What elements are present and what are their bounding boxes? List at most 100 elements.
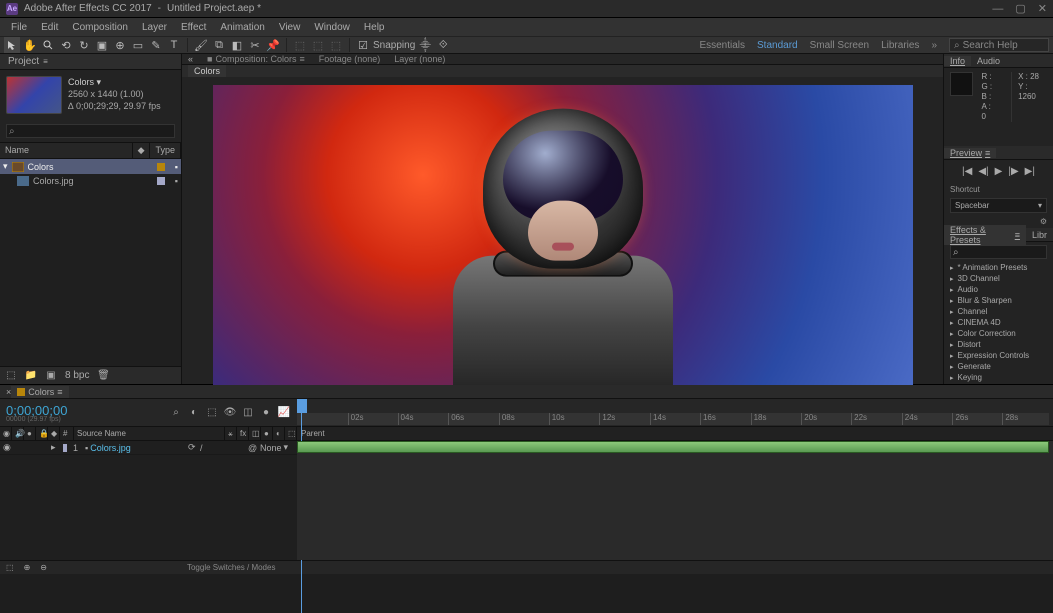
col-solo-icon[interactable]: ● bbox=[24, 427, 36, 440]
switches-group[interactable]: / bbox=[197, 443, 245, 453]
layer-duration-bar[interactable] bbox=[297, 441, 1049, 453]
brush-tool-icon[interactable]: 🖌 bbox=[193, 37, 209, 53]
zoom-tool-icon[interactable] bbox=[40, 37, 56, 53]
camera-tool-icon[interactable]: ▣ bbox=[94, 37, 110, 53]
menu-layer[interactable]: Layer bbox=[135, 20, 174, 35]
puppet-tool-icon[interactable]: 📌 bbox=[265, 37, 281, 53]
window-maximize-icon[interactable]: ▢ bbox=[1015, 2, 1025, 15]
trash-icon[interactable]: 🗑 bbox=[97, 370, 109, 382]
effects-category[interactable]: Expression Controls bbox=[946, 350, 1051, 361]
timeline-tab[interactable]: Colors ≡ bbox=[11, 386, 68, 398]
play-icon[interactable]: ▶ bbox=[995, 166, 1003, 177]
view-axis-icon[interactable]: ⬚ bbox=[328, 37, 344, 53]
menu-file[interactable]: File bbox=[4, 20, 34, 35]
shape-tool-icon[interactable]: ▭ bbox=[130, 37, 146, 53]
timeline-tracks[interactable] bbox=[297, 441, 1053, 560]
effects-list[interactable]: * Animation Presets 3D Channel Audio Blu… bbox=[944, 262, 1053, 384]
clone-tool-icon[interactable]: ⧉ bbox=[211, 37, 227, 53]
graph-editor-icon[interactable]: 📈 bbox=[277, 406, 291, 420]
col-number[interactable]: # bbox=[60, 427, 74, 440]
local-axis-icon[interactable]: ⬚ bbox=[292, 37, 308, 53]
tab-layer[interactable]: Layer (none) bbox=[394, 54, 445, 64]
composition-canvas[interactable] bbox=[213, 85, 913, 385]
roto-tool-icon[interactable]: ✂ bbox=[247, 37, 263, 53]
selection-tool-icon[interactable] bbox=[4, 37, 20, 53]
col-type[interactable]: Type bbox=[150, 143, 181, 158]
menu-help[interactable]: Help bbox=[357, 20, 392, 35]
visibility-toggle-icon[interactable]: ◉ bbox=[3, 442, 11, 453]
parent-pickwhip-icon[interactable]: @ bbox=[248, 443, 257, 453]
next-frame-icon[interactable]: |▶ bbox=[1008, 166, 1018, 177]
col-motion-blur-icon[interactable]: ● bbox=[261, 427, 273, 440]
pan-behind-tool-icon[interactable]: ⊕ bbox=[112, 37, 128, 53]
parent-dropdown[interactable]: None bbox=[260, 443, 282, 453]
snap-collapse-icon[interactable]: ⟐ bbox=[435, 37, 451, 53]
col-adjustment-icon[interactable]: ◐ bbox=[273, 427, 285, 440]
first-frame-icon[interactable]: |◀ bbox=[962, 166, 972, 177]
new-folder-icon[interactable]: 📁 bbox=[25, 370, 37, 382]
asset-list[interactable]: ▾ Colors ▪ Colors.jpg ▪ bbox=[0, 159, 181, 366]
time-ruler[interactable]: 02s 04s 06s 08s 10s 12s 14s 16s 18s 20s … bbox=[297, 399, 1053, 426]
workspace-essentials[interactable]: Essentials bbox=[699, 40, 745, 51]
menu-animation[interactable]: Animation bbox=[213, 20, 271, 35]
rotate-tool-icon[interactable]: ↻ bbox=[76, 37, 92, 53]
tab-info[interactable]: Info bbox=[944, 56, 971, 66]
window-close-icon[interactable]: ✕ bbox=[1038, 2, 1047, 15]
menu-effect[interactable]: Effect bbox=[174, 20, 213, 35]
effects-category[interactable]: Audio bbox=[946, 284, 1051, 295]
effects-category[interactable]: CINEMA 4D bbox=[946, 317, 1051, 328]
composition-thumbnail[interactable] bbox=[6, 76, 62, 114]
zoom-out-icon[interactable]: ⊖ bbox=[40, 563, 47, 572]
text-tool-icon[interactable]: T bbox=[166, 37, 182, 53]
last-frame-icon[interactable]: ▶| bbox=[1025, 166, 1035, 177]
layer-list[interactable]: ◉ ▸ 1 ▪ Colors.jpg ⟳ / @ None ▾ bbox=[0, 441, 297, 560]
transform-reset-icon[interactable]: ⟳ bbox=[188, 442, 196, 453]
comp-name[interactable]: Colors ▾ bbox=[68, 76, 161, 88]
prev-frame-icon[interactable]: ◀| bbox=[978, 166, 988, 177]
col-lock-icon[interactable]: 🔒 bbox=[36, 427, 48, 440]
menu-window[interactable]: Window bbox=[307, 20, 357, 35]
eraser-tool-icon[interactable]: ◧ bbox=[229, 37, 245, 53]
effects-category[interactable]: Channel bbox=[946, 306, 1051, 317]
help-search[interactable]: ⌕ Search Help bbox=[949, 38, 1049, 52]
comp-mini-flow-icon[interactable]: ◐ bbox=[187, 406, 201, 420]
tab-audio[interactable]: Audio bbox=[971, 56, 1006, 66]
workspace-libraries[interactable]: Libraries bbox=[881, 40, 919, 51]
tab-composition[interactable]: ■ Composition: Colors ≡ bbox=[207, 54, 305, 64]
col-label-icon[interactable]: ◆ bbox=[48, 427, 60, 440]
search-layers-icon[interactable]: ⌕ bbox=[169, 406, 183, 420]
layer-name[interactable]: Colors.jpg bbox=[90, 443, 131, 453]
layer-row[interactable]: ◉ ▸ 1 ▪ Colors.jpg ⟳ / @ None ▾ bbox=[0, 441, 297, 455]
col-frame-blend-icon[interactable]: ◫ bbox=[249, 427, 261, 440]
effects-category[interactable]: 3D Channel bbox=[946, 273, 1051, 284]
new-comp-icon[interactable]: ▣ bbox=[45, 370, 57, 382]
effects-category[interactable]: Keying bbox=[946, 372, 1051, 383]
workspace-small-screen[interactable]: Small Screen bbox=[810, 40, 869, 51]
tab-libraries[interactable]: Libr bbox=[1026, 230, 1053, 240]
pen-tool-icon[interactable]: ✎ bbox=[148, 37, 164, 53]
snapping-checkbox[interactable]: ☑ bbox=[355, 37, 371, 53]
workspace-overflow-icon[interactable]: » bbox=[931, 40, 937, 51]
preview-settings-icon[interactable]: ⚙ bbox=[1040, 217, 1047, 226]
draft-3d-icon[interactable]: ⬚ bbox=[205, 406, 219, 420]
world-axis-icon[interactable]: ⬚ bbox=[310, 37, 326, 53]
hand-tool-icon[interactable]: ✋ bbox=[22, 37, 38, 53]
menu-view[interactable]: View bbox=[272, 20, 308, 35]
asset-row-comp[interactable]: ▾ Colors ▪ bbox=[0, 159, 181, 174]
twirl-icon[interactable]: ▾ bbox=[3, 161, 8, 172]
frame-blend-icon[interactable]: ◫ bbox=[241, 406, 255, 420]
asset-row-footage[interactable]: Colors.jpg ▪ bbox=[0, 174, 181, 188]
composition-viewer[interactable] bbox=[182, 77, 943, 393]
panel-menu-icon[interactable]: ≡ bbox=[43, 57, 48, 66]
motion-blur-icon[interactable]: ● bbox=[259, 406, 273, 420]
menu-edit[interactable]: Edit bbox=[34, 20, 65, 35]
effects-category[interactable]: * Animation Presets bbox=[946, 262, 1051, 273]
toggle-switches-button[interactable]: Toggle Switches / Modes bbox=[187, 563, 276, 572]
viewer-chevron-icon[interactable]: « bbox=[188, 54, 193, 64]
menu-composition[interactable]: Composition bbox=[65, 20, 135, 35]
tab-footage[interactable]: Footage (none) bbox=[319, 54, 381, 64]
effects-search-input[interactable]: ⌕ bbox=[950, 245, 1047, 259]
col-source-name[interactable]: Source Name bbox=[74, 427, 225, 440]
playhead[interactable] bbox=[297, 399, 307, 413]
effects-category[interactable]: Distort bbox=[946, 339, 1051, 350]
